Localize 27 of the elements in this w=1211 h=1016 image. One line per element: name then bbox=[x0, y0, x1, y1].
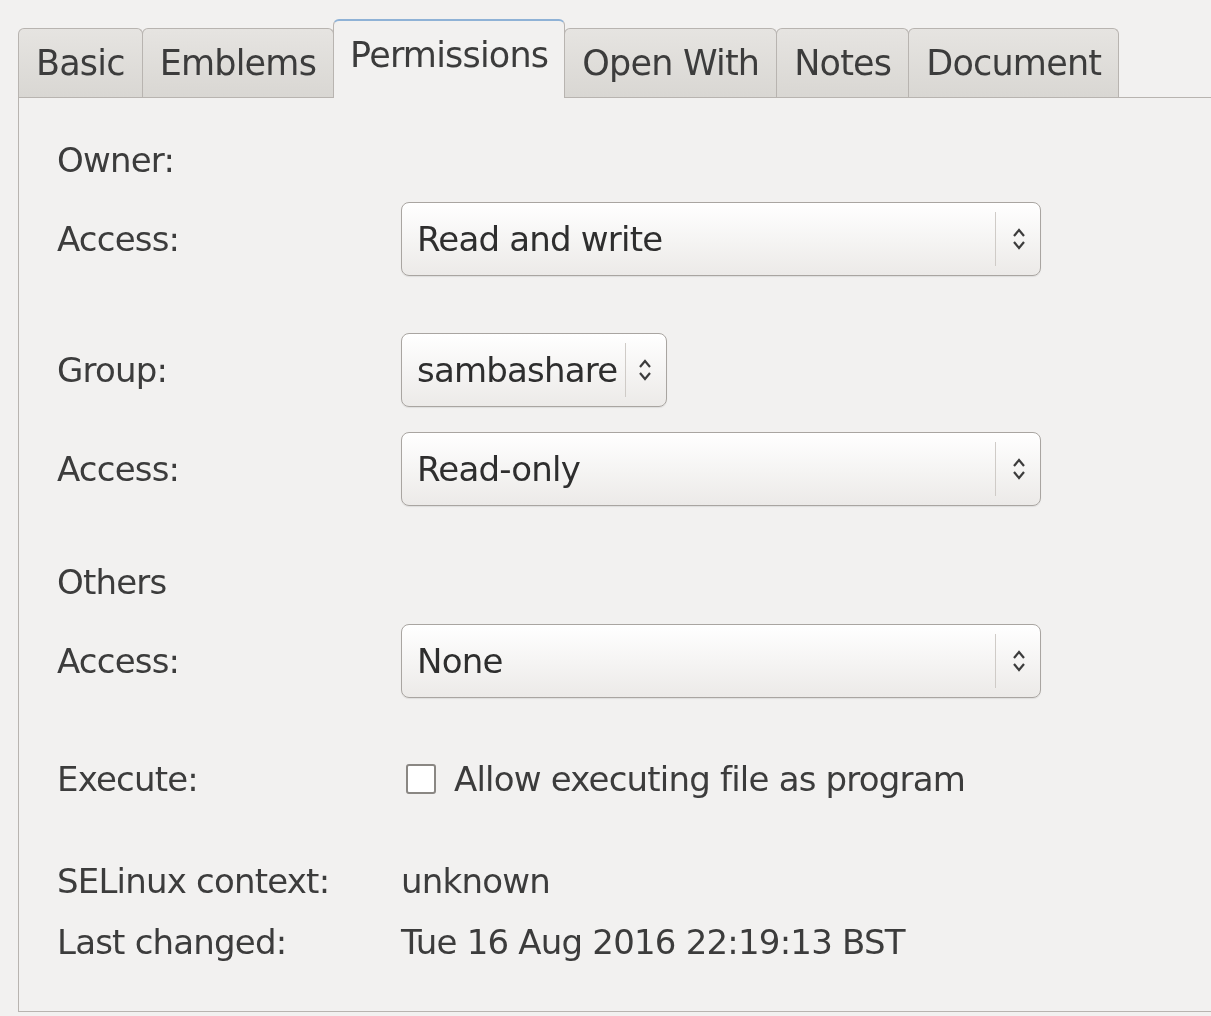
field-label: Group: bbox=[57, 350, 169, 390]
field-label: SELinux context: bbox=[57, 861, 331, 901]
field-label: Access: bbox=[57, 641, 181, 681]
up-down-arrows-icon bbox=[1012, 456, 1026, 482]
field-value: Tue 16 Aug 2016 22:19:13 BST bbox=[401, 922, 905, 962]
tab[interactable]: Open With bbox=[564, 28, 778, 97]
checkbox[interactable] bbox=[406, 764, 436, 794]
checkbox-label[interactable]: Allow executing file as program bbox=[454, 759, 966, 799]
up-down-arrows-icon bbox=[1012, 226, 1026, 252]
dropdown[interactable]: None bbox=[401, 624, 1041, 698]
tab[interactable]: Basic bbox=[18, 28, 143, 97]
up-down-arrows-icon bbox=[638, 357, 653, 383]
field-label: Last changed: bbox=[57, 922, 288, 962]
section-heading: Others bbox=[57, 562, 168, 602]
tab[interactable]: Permissions bbox=[333, 19, 566, 98]
field-label: Access: bbox=[57, 219, 181, 259]
dropdown[interactable]: sambashare bbox=[401, 333, 668, 407]
dropdown[interactable]: Read-only bbox=[401, 432, 1041, 506]
tab[interactable]: Emblems bbox=[141, 28, 335, 97]
section-heading: Owner: bbox=[57, 140, 176, 180]
field-label: Execute: bbox=[57, 759, 200, 799]
field-value: unknown bbox=[401, 861, 550, 901]
tab[interactable]: Notes bbox=[776, 28, 910, 97]
field-label: Access: bbox=[57, 449, 181, 489]
tab[interactable]: Document bbox=[908, 28, 1120, 97]
up-down-arrows-icon bbox=[1012, 648, 1026, 674]
dropdown[interactable]: Read and write bbox=[401, 202, 1041, 276]
